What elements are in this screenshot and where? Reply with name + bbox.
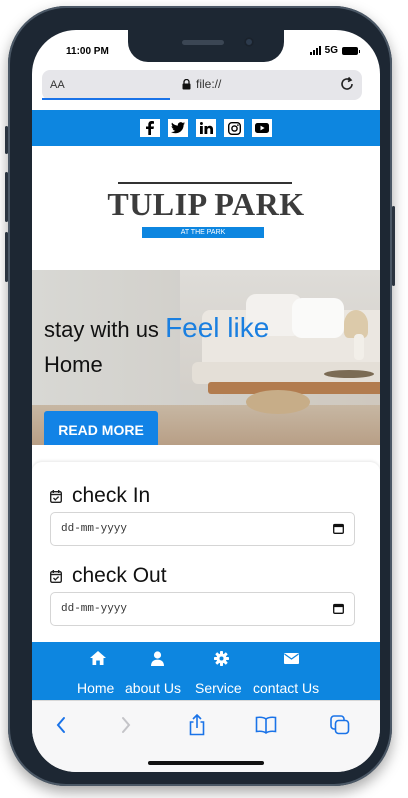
check-in-text: check In	[72, 484, 151, 507]
twitter-icon[interactable]	[168, 119, 188, 137]
check-in-date-input[interactable]: dd-mm-yyyy	[50, 512, 355, 546]
volume-up-button	[5, 172, 8, 222]
signal-icon	[309, 46, 321, 55]
text-size-button[interactable]: AA	[50, 79, 65, 91]
home-indicator	[148, 761, 264, 765]
pouf	[246, 390, 310, 414]
phone-frame: 11:00 PM 5G AA file:// TULIP PARK AT THE…	[5, 6, 395, 786]
browser-toolbar	[32, 700, 380, 772]
read-more-button[interactable]: READ MORE	[44, 411, 158, 445]
network-label: 5G	[324, 45, 338, 56]
side-table	[324, 370, 374, 378]
share-icon[interactable]	[185, 713, 209, 737]
check-out-text: check Out	[72, 564, 167, 587]
hero-line2: Home	[44, 352, 103, 377]
camera	[244, 37, 254, 47]
calendar-icon[interactable]	[333, 603, 344, 614]
envelope-icon[interactable]	[283, 650, 299, 666]
logo-area: TULIP PARK AT THE PARK	[32, 146, 380, 270]
hero-highlight: Feel like	[165, 312, 270, 343]
calendar-check-icon	[50, 489, 62, 503]
nav-service[interactable]: Service	[195, 680, 242, 696]
cushion	[292, 298, 344, 338]
url-display[interactable]: file://	[182, 77, 221, 91]
power-button	[392, 206, 395, 286]
nav-about-us[interactable]: about Us	[125, 680, 181, 696]
hero-banner: stay with us Feel like Home READ MORE	[32, 270, 380, 445]
instagram-icon[interactable]	[224, 119, 244, 137]
check-out-date-input[interactable]: dd-mm-yyyy	[50, 592, 355, 626]
footer-nav: Home about Us Service contact Us	[32, 642, 380, 700]
reload-icon[interactable]	[338, 75, 356, 98]
side-button	[5, 126, 8, 154]
hero-line1: stay with us	[44, 317, 159, 342]
tabs-icon[interactable]	[328, 713, 352, 737]
logo-name[interactable]: TULIP PARK	[32, 186, 380, 223]
battery-icon	[342, 46, 360, 55]
volume-down-button	[5, 232, 8, 282]
bookmarks-icon[interactable]	[254, 713, 278, 737]
load-progress	[42, 98, 170, 100]
forward-icon[interactable]	[114, 713, 138, 737]
url-text: file://	[196, 77, 222, 91]
user-icon[interactable]	[149, 650, 165, 666]
nav-contact-us[interactable]: contact Us	[253, 680, 319, 696]
logo-tagline: AT THE PARK	[142, 227, 264, 238]
speaker	[182, 40, 224, 45]
home-icon[interactable]	[90, 650, 106, 666]
lock-icon	[182, 78, 191, 89]
vase	[354, 334, 364, 360]
address-bar[interactable]: AA file://	[42, 70, 362, 100]
calendar-check-icon	[50, 569, 62, 583]
check-out-label: check Out	[50, 564, 167, 588]
phone-screen: 11:00 PM 5G AA file:// TULIP PARK AT THE…	[32, 30, 380, 772]
notch	[128, 30, 284, 62]
check-out-placeholder: dd-mm-yyyy	[61, 603, 128, 615]
status-time: 11:00 PM	[66, 46, 109, 57]
linkedin-icon[interactable]	[196, 119, 216, 137]
youtube-icon[interactable]	[252, 119, 272, 137]
hero-headline: stay with us Feel like	[44, 312, 269, 344]
booking-form: check In dd-mm-yyyy check Out dd-mm-yyyy	[32, 462, 380, 642]
check-in-label: check In	[50, 484, 150, 508]
back-icon[interactable]	[49, 713, 73, 737]
gear-icon[interactable]	[213, 650, 229, 666]
check-in-placeholder: dd-mm-yyyy	[61, 523, 128, 535]
status-indicators: 5G	[309, 45, 360, 56]
social-bar	[32, 110, 380, 146]
logo-rule	[118, 182, 292, 184]
nav-home[interactable]: Home	[77, 680, 114, 696]
facebook-icon[interactable]	[140, 119, 160, 137]
calendar-icon[interactable]	[333, 523, 344, 534]
